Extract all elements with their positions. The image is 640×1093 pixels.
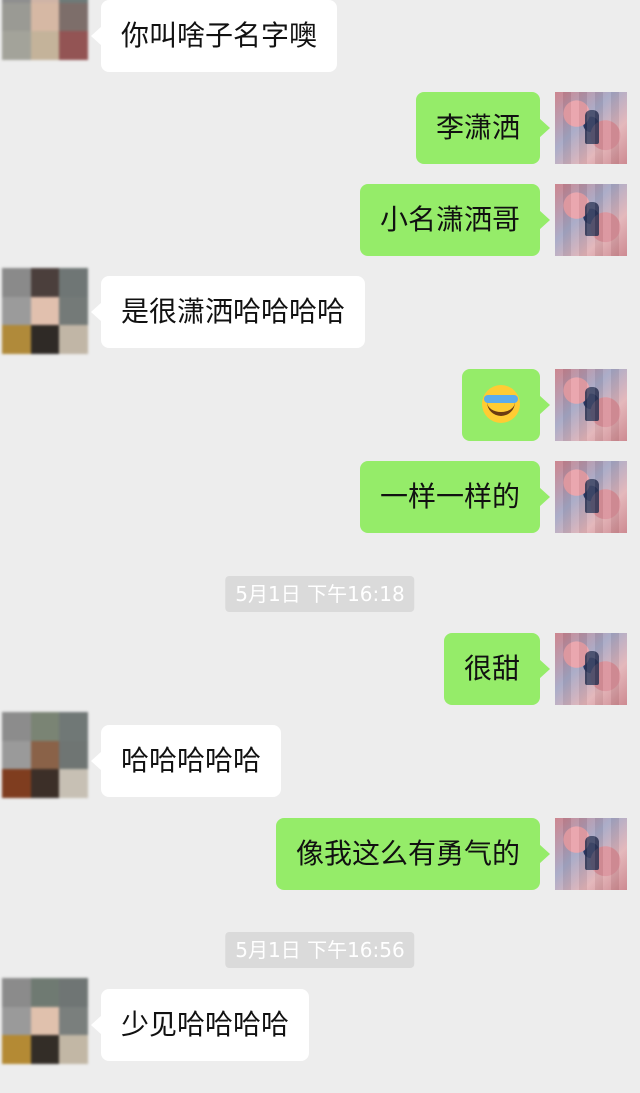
incoming-message-bubble[interactable]: 少见哈哈哈哈 (90, 989, 310, 1061)
incoming-message-bubble[interactable]: 是很潇洒哈哈哈哈 (90, 276, 366, 348)
face-with-tears-of-joy-emoji (482, 385, 520, 423)
outgoing-message-bubble[interactable] (462, 369, 550, 441)
outgoing-message-bubble[interactable]: 很甜 (443, 633, 551, 705)
user-avatar[interactable] (555, 633, 627, 705)
contact-avatar[interactable] (2, 978, 88, 1064)
contact-avatar[interactable] (2, 712, 88, 798)
outgoing-message-bubble[interactable]: 李潇洒 (415, 92, 551, 164)
contact-avatar[interactable] (2, 0, 88, 60)
contact-avatar[interactable] (2, 268, 88, 354)
outgoing-message-bubble[interactable]: 像我这么有勇气的 (275, 818, 551, 890)
incoming-message-bubble[interactable]: 哈哈哈哈哈 (90, 725, 282, 797)
timestamp-label: 5月1日 下午16:56 (225, 932, 415, 968)
user-avatar[interactable] (555, 818, 627, 890)
user-avatar[interactable] (555, 369, 627, 441)
incoming-message-bubble[interactable]: 你叫啥子名字噢 (90, 0, 338, 72)
outgoing-message-bubble[interactable]: 小名潇洒哥 (359, 184, 551, 256)
user-avatar[interactable] (555, 184, 627, 256)
outgoing-message-bubble[interactable]: 一样一样的 (359, 461, 551, 533)
user-avatar[interactable] (555, 461, 627, 533)
user-avatar[interactable] (555, 92, 627, 164)
timestamp-label: 5月1日 下午16:18 (225, 576, 415, 612)
